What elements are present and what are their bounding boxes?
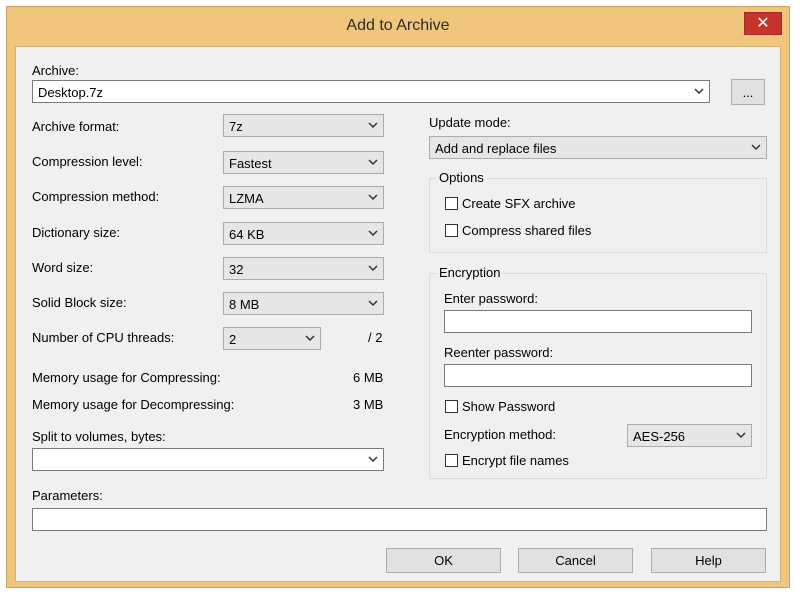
word-size-select[interactable]: 32 bbox=[223, 257, 384, 280]
encrypt-names-checkbox[interactable] bbox=[445, 454, 458, 467]
dictionary-size-value: 64 KB bbox=[229, 227, 265, 242]
archive-label: Archive: bbox=[32, 63, 79, 78]
archive-format-select[interactable]: 7z bbox=[223, 114, 384, 137]
show-password-label: Show Password bbox=[462, 399, 556, 414]
chevron-down-icon bbox=[751, 144, 761, 151]
chevron-down-icon bbox=[368, 265, 378, 272]
chevron-down-icon bbox=[368, 230, 378, 237]
word-size-value: 32 bbox=[229, 262, 244, 277]
archive-format-value: 7z bbox=[229, 119, 243, 134]
browse-button[interactable]: ... bbox=[731, 79, 765, 105]
ok-button[interactable]: OK bbox=[386, 548, 501, 573]
compress-shared-checkbox[interactable] bbox=[445, 224, 458, 237]
chevron-down-icon bbox=[368, 194, 378, 201]
cpu-threads-value: 2 bbox=[229, 332, 237, 347]
dictionary-size-select[interactable]: 64 KB bbox=[223, 222, 384, 245]
solid-block-size-select[interactable]: 8 MB bbox=[223, 292, 384, 315]
solid-block-size-label: Solid Block size: bbox=[32, 295, 127, 310]
cancel-button[interactable]: Cancel bbox=[518, 548, 633, 573]
create-sfx-label: Create SFX archive bbox=[462, 196, 576, 211]
compression-method-value: LZMA bbox=[229, 191, 264, 206]
reenter-password-input[interactable] bbox=[444, 364, 752, 387]
word-size-label: Word size: bbox=[32, 260, 94, 275]
options-group-title: Options bbox=[436, 170, 487, 185]
chevron-down-icon bbox=[694, 88, 704, 95]
encryption-method-value: AES-256 bbox=[633, 429, 686, 444]
compress-shared-label: Compress shared files bbox=[462, 223, 592, 238]
cpu-threads-max: / 2 bbox=[368, 330, 383, 345]
options-group: Options Create SFX archive Compress shar… bbox=[429, 170, 767, 253]
memory-decompress-value: 3 MB bbox=[353, 397, 384, 412]
update-mode-label: Update mode: bbox=[429, 115, 511, 130]
cpu-threads-label: Number of CPU threads: bbox=[32, 330, 175, 345]
ok-button-label: OK bbox=[434, 553, 453, 568]
help-button-label: Help bbox=[695, 553, 722, 568]
memory-compress-label: Memory usage for Compressing: bbox=[32, 370, 221, 385]
chevron-down-icon bbox=[368, 159, 378, 166]
chevron-down-icon bbox=[305, 335, 315, 342]
chevron-down-icon bbox=[368, 456, 378, 463]
compression-method-label: Compression method: bbox=[32, 189, 160, 204]
chevron-down-icon bbox=[368, 122, 378, 129]
dialog-window: Add to Archive ✕ Archive: Desktop.7z ...… bbox=[6, 6, 790, 588]
memory-compress-value: 6 MB bbox=[353, 370, 384, 385]
enter-password-label: Enter password: bbox=[444, 291, 538, 306]
update-mode-value: Add and replace files bbox=[435, 141, 557, 156]
archive-format-label: Archive format: bbox=[32, 119, 120, 134]
dialog-body: Archive: Desktop.7z ... Archive format: … bbox=[15, 46, 781, 582]
compression-level-label: Compression level: bbox=[32, 154, 143, 169]
show-password-checkbox[interactable] bbox=[445, 400, 458, 413]
parameters-label: Parameters: bbox=[32, 488, 103, 503]
split-volumes-label: Split to volumes, bytes: bbox=[32, 429, 166, 444]
archive-path-value: Desktop.7z bbox=[38, 85, 104, 100]
chevron-down-icon bbox=[368, 300, 378, 307]
create-sfx-checkbox[interactable] bbox=[445, 197, 458, 210]
solid-block-size-value: 8 MB bbox=[229, 297, 260, 312]
help-button[interactable]: Help bbox=[651, 548, 766, 573]
compression-level-value: Fastest bbox=[229, 156, 272, 171]
chevron-down-icon bbox=[736, 432, 746, 439]
memory-decompress-label: Memory usage for Decompressing: bbox=[32, 397, 235, 412]
close-icon: ✕ bbox=[756, 15, 770, 32]
enter-password-input[interactable] bbox=[444, 310, 752, 333]
compression-method-select[interactable]: LZMA bbox=[223, 186, 384, 209]
encryption-method-select[interactable]: AES-256 bbox=[627, 424, 752, 447]
compression-level-select[interactable]: Fastest bbox=[223, 151, 384, 174]
browse-button-label: ... bbox=[742, 85, 754, 100]
archive-path-combo[interactable]: Desktop.7z bbox=[32, 80, 710, 103]
split-volumes-combo[interactable] bbox=[32, 448, 384, 471]
dictionary-size-label: Dictionary size: bbox=[32, 225, 121, 240]
reenter-password-label: Reenter password: bbox=[444, 345, 554, 360]
close-button[interactable]: ✕ bbox=[744, 12, 782, 35]
parameters-input[interactable] bbox=[32, 508, 767, 531]
encryption-group-title: Encryption bbox=[436, 265, 504, 280]
update-mode-select[interactable]: Add and replace files bbox=[429, 136, 767, 159]
encryption-method-label: Encryption method: bbox=[444, 427, 557, 442]
cpu-threads-select[interactable]: 2 bbox=[223, 327, 321, 350]
encryption-group: Encryption Enter password: Reenter passw… bbox=[429, 265, 767, 479]
window-title: Add to Archive bbox=[346, 17, 450, 34]
title-bar[interactable]: Add to Archive ✕ bbox=[7, 7, 789, 39]
encrypt-names-label: Encrypt file names bbox=[462, 453, 569, 468]
cancel-button-label: Cancel bbox=[555, 553, 596, 568]
